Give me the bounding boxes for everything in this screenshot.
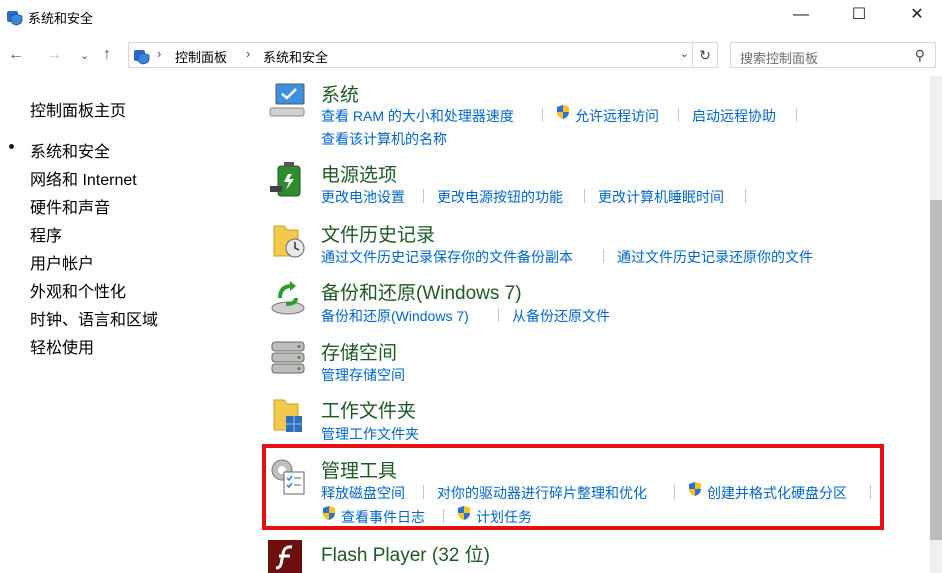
link-allow-remote-access[interactable]: 允许远程访问: [575, 106, 659, 126]
flash-player-icon: [268, 540, 302, 573]
refresh-icon[interactable]: ↻: [692, 43, 717, 67]
link-change-battery-settings[interactable]: 更改电池设置: [321, 187, 405, 207]
link-restore-files[interactable]: 通过文件历史记录还原你的文件: [617, 247, 813, 267]
link-manage-work-folders[interactable]: 管理工作文件夹: [321, 424, 419, 444]
separator: [745, 189, 746, 203]
maximize-button[interactable]: ☐: [836, 0, 882, 32]
up-arrow-icon[interactable]: ↑: [103, 46, 111, 64]
backup-drive-icon: [271, 281, 305, 315]
breadcrumb-chevron-icon[interactable]: ›: [246, 46, 250, 61]
section-title-work-folders[interactable]: 工作文件夹: [321, 396, 416, 423]
close-button[interactable]: ✕: [894, 0, 940, 32]
link-launch-remote-assistance[interactable]: 启动远程协助: [692, 106, 776, 126]
link-power-button-function[interactable]: 更改电源按钮的功能: [437, 187, 563, 207]
separator: [678, 108, 679, 122]
vertical-scrollbar-thumb[interactable]: [930, 200, 942, 540]
window-title: 系统和安全: [28, 11, 94, 26]
folder-clock-icon: [273, 225, 305, 258]
section-title-power[interactable]: 电源选项: [321, 160, 397, 187]
nav-home-link[interactable]: 控制面板主页: [30, 97, 280, 121]
battery-plug-icon: [270, 162, 301, 197]
highlight-box: [262, 444, 884, 530]
separator: [584, 189, 585, 203]
current-item-bullet-icon: [9, 144, 14, 149]
recent-chevron-down-icon[interactable]: ⌄: [80, 49, 89, 62]
search-placeholder: 搜索控制面板: [740, 51, 819, 66]
breadcrumb-system-security[interactable]: 系统和安全: [263, 47, 328, 66]
link-view-computer-name[interactable]: 查看该计算机的名称: [321, 129, 447, 149]
forward-arrow-icon[interactable]: →: [46, 46, 62, 64]
section-title-storage-spaces[interactable]: 存储空间: [321, 338, 397, 365]
back-arrow-icon[interactable]: ←: [8, 46, 24, 64]
section-title-backup-restore[interactable]: 备份和还原(Windows 7): [321, 278, 522, 305]
search-icon[interactable]: ⚲: [915, 47, 925, 64]
nav-item-appearance[interactable]: 外观和个性化: [30, 278, 280, 302]
link-view-ram[interactable]: 查看 RAM 的大小和处理器速度: [321, 106, 514, 126]
address-dropdown-chevron-icon[interactable]: ⌄: [680, 47, 689, 60]
address-box[interactable]: › 控制面板 › 系统和安全 ⌄ ↻: [128, 42, 718, 68]
link-manage-storage-spaces[interactable]: 管理存储空间: [321, 365, 405, 385]
nav-item-clock-language[interactable]: 时钟、语言和区域: [30, 306, 280, 330]
control-panel-icon: [7, 11, 23, 26]
separator: [796, 108, 797, 122]
uac-shield-icon: [557, 105, 569, 119]
section-title-system[interactable]: 系统: [321, 80, 359, 107]
nav-item-network[interactable]: 网络和 Internet: [30, 166, 280, 190]
separator: [423, 189, 424, 203]
link-backup-restore-win7[interactable]: 备份和还原(Windows 7): [321, 306, 469, 326]
separator: [603, 249, 604, 263]
nav-item-hardware[interactable]: 硬件和声音: [30, 194, 280, 218]
nav-item-programs[interactable]: 程序: [30, 222, 280, 246]
separator: [498, 308, 499, 322]
address-bar: ← → ⌄ ↑ › 控制面板 › 系统和安全 ⌄ ↻ 搜索控制面板 ⚲: [0, 38, 942, 72]
monitor-icon: [269, 83, 305, 117]
separator: [542, 108, 543, 122]
link-restore-from-backup[interactable]: 从备份还原文件: [512, 306, 610, 326]
search-box[interactable]: 搜索控制面板 ⚲: [730, 42, 936, 68]
work-folder-icon: [273, 399, 302, 432]
minimize-button[interactable]: —: [778, 0, 824, 32]
control-panel-icon: [134, 50, 150, 65]
nav-item-system-security[interactable]: 系统和安全: [30, 138, 280, 162]
title-bar: 系统和安全 — ☐ ✕: [0, 0, 942, 32]
nav-item-user-accounts[interactable]: 用户帐户: [30, 250, 280, 274]
storage-drives-icon: [271, 341, 305, 374]
nav-item-ease-of-access[interactable]: 轻松使用: [30, 334, 280, 358]
section-title-flash-player[interactable]: Flash Player (32 位): [321, 540, 490, 567]
section-title-file-history[interactable]: 文件历史记录: [321, 220, 435, 247]
breadcrumb-chevron-icon[interactable]: ›: [157, 46, 161, 61]
link-save-backup-copies[interactable]: 通过文件历史记录保存你的文件备份副本: [321, 247, 573, 267]
breadcrumb-control-panel[interactable]: 控制面板: [175, 47, 227, 66]
link-change-sleep-time[interactable]: 更改计算机睡眠时间: [598, 187, 724, 207]
